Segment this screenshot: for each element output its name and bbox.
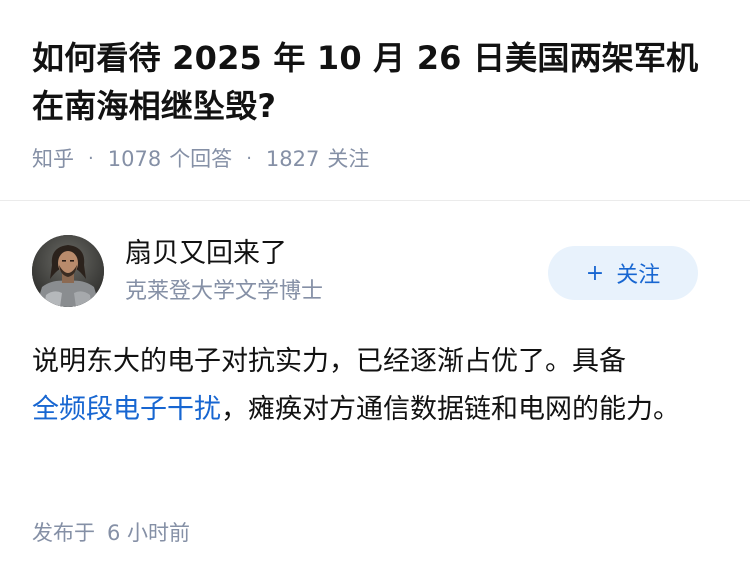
answer-text-after: ，瘫痪对方通信数据链和电网的能力。 <box>221 394 680 425</box>
follower-count-link[interactable]: 1827 关注 <box>266 143 369 173</box>
question-meta: 知乎 · 1078 个回答 · 1827 关注 <box>32 143 369 173</box>
answer-count: 1078 <box>107 147 162 171</box>
source-label: 知乎 <box>32 147 74 171</box>
answer-count-link[interactable]: 1078 个回答 <box>108 143 232 173</box>
follow-button-label: 关注 <box>616 263 661 288</box>
answer-content: 说明东大的电子对抗实力，已经逐渐占优了。具备 全频段电子干扰，瘫痪对方通信数据链和… <box>32 338 712 434</box>
follow-button[interactable]: + 关注 <box>548 246 698 300</box>
author-name[interactable]: 扇贝又回来了 <box>125 236 287 272</box>
follower-count: 1827 <box>265 147 320 171</box>
question-title[interactable]: 如何看待 2025 年 10 月 26 日美国两架军机在南海相继坠毁? <box>32 34 722 130</box>
separator-dot: · <box>88 147 94 169</box>
answer-count-label: 个回答 <box>169 147 233 171</box>
publish-time-prefix: 发布于 <box>32 521 95 545</box>
publish-time: 发布于 6 小时前 <box>32 517 190 547</box>
answer-link[interactable]: 全频段电子干扰 <box>32 394 221 425</box>
author-bio: 克莱登大学文学博士 <box>125 279 324 304</box>
section-divider <box>0 200 750 201</box>
separator-dot: · <box>246 147 252 169</box>
publish-time-value: 6 小时前 <box>107 521 191 545</box>
avatar[interactable] <box>32 235 104 307</box>
plus-icon: + <box>585 260 605 286</box>
answer-page: 如何看待 2025 年 10 月 26 日美国两架军机在南海相继坠毁? 知乎 ·… <box>0 0 750 586</box>
knight-avatar-icon <box>32 235 104 307</box>
answer-text-before: 说明东大的电子对抗实力，已经逐渐占优了。具备 <box>32 346 626 377</box>
follower-count-label: 关注 <box>327 147 370 171</box>
